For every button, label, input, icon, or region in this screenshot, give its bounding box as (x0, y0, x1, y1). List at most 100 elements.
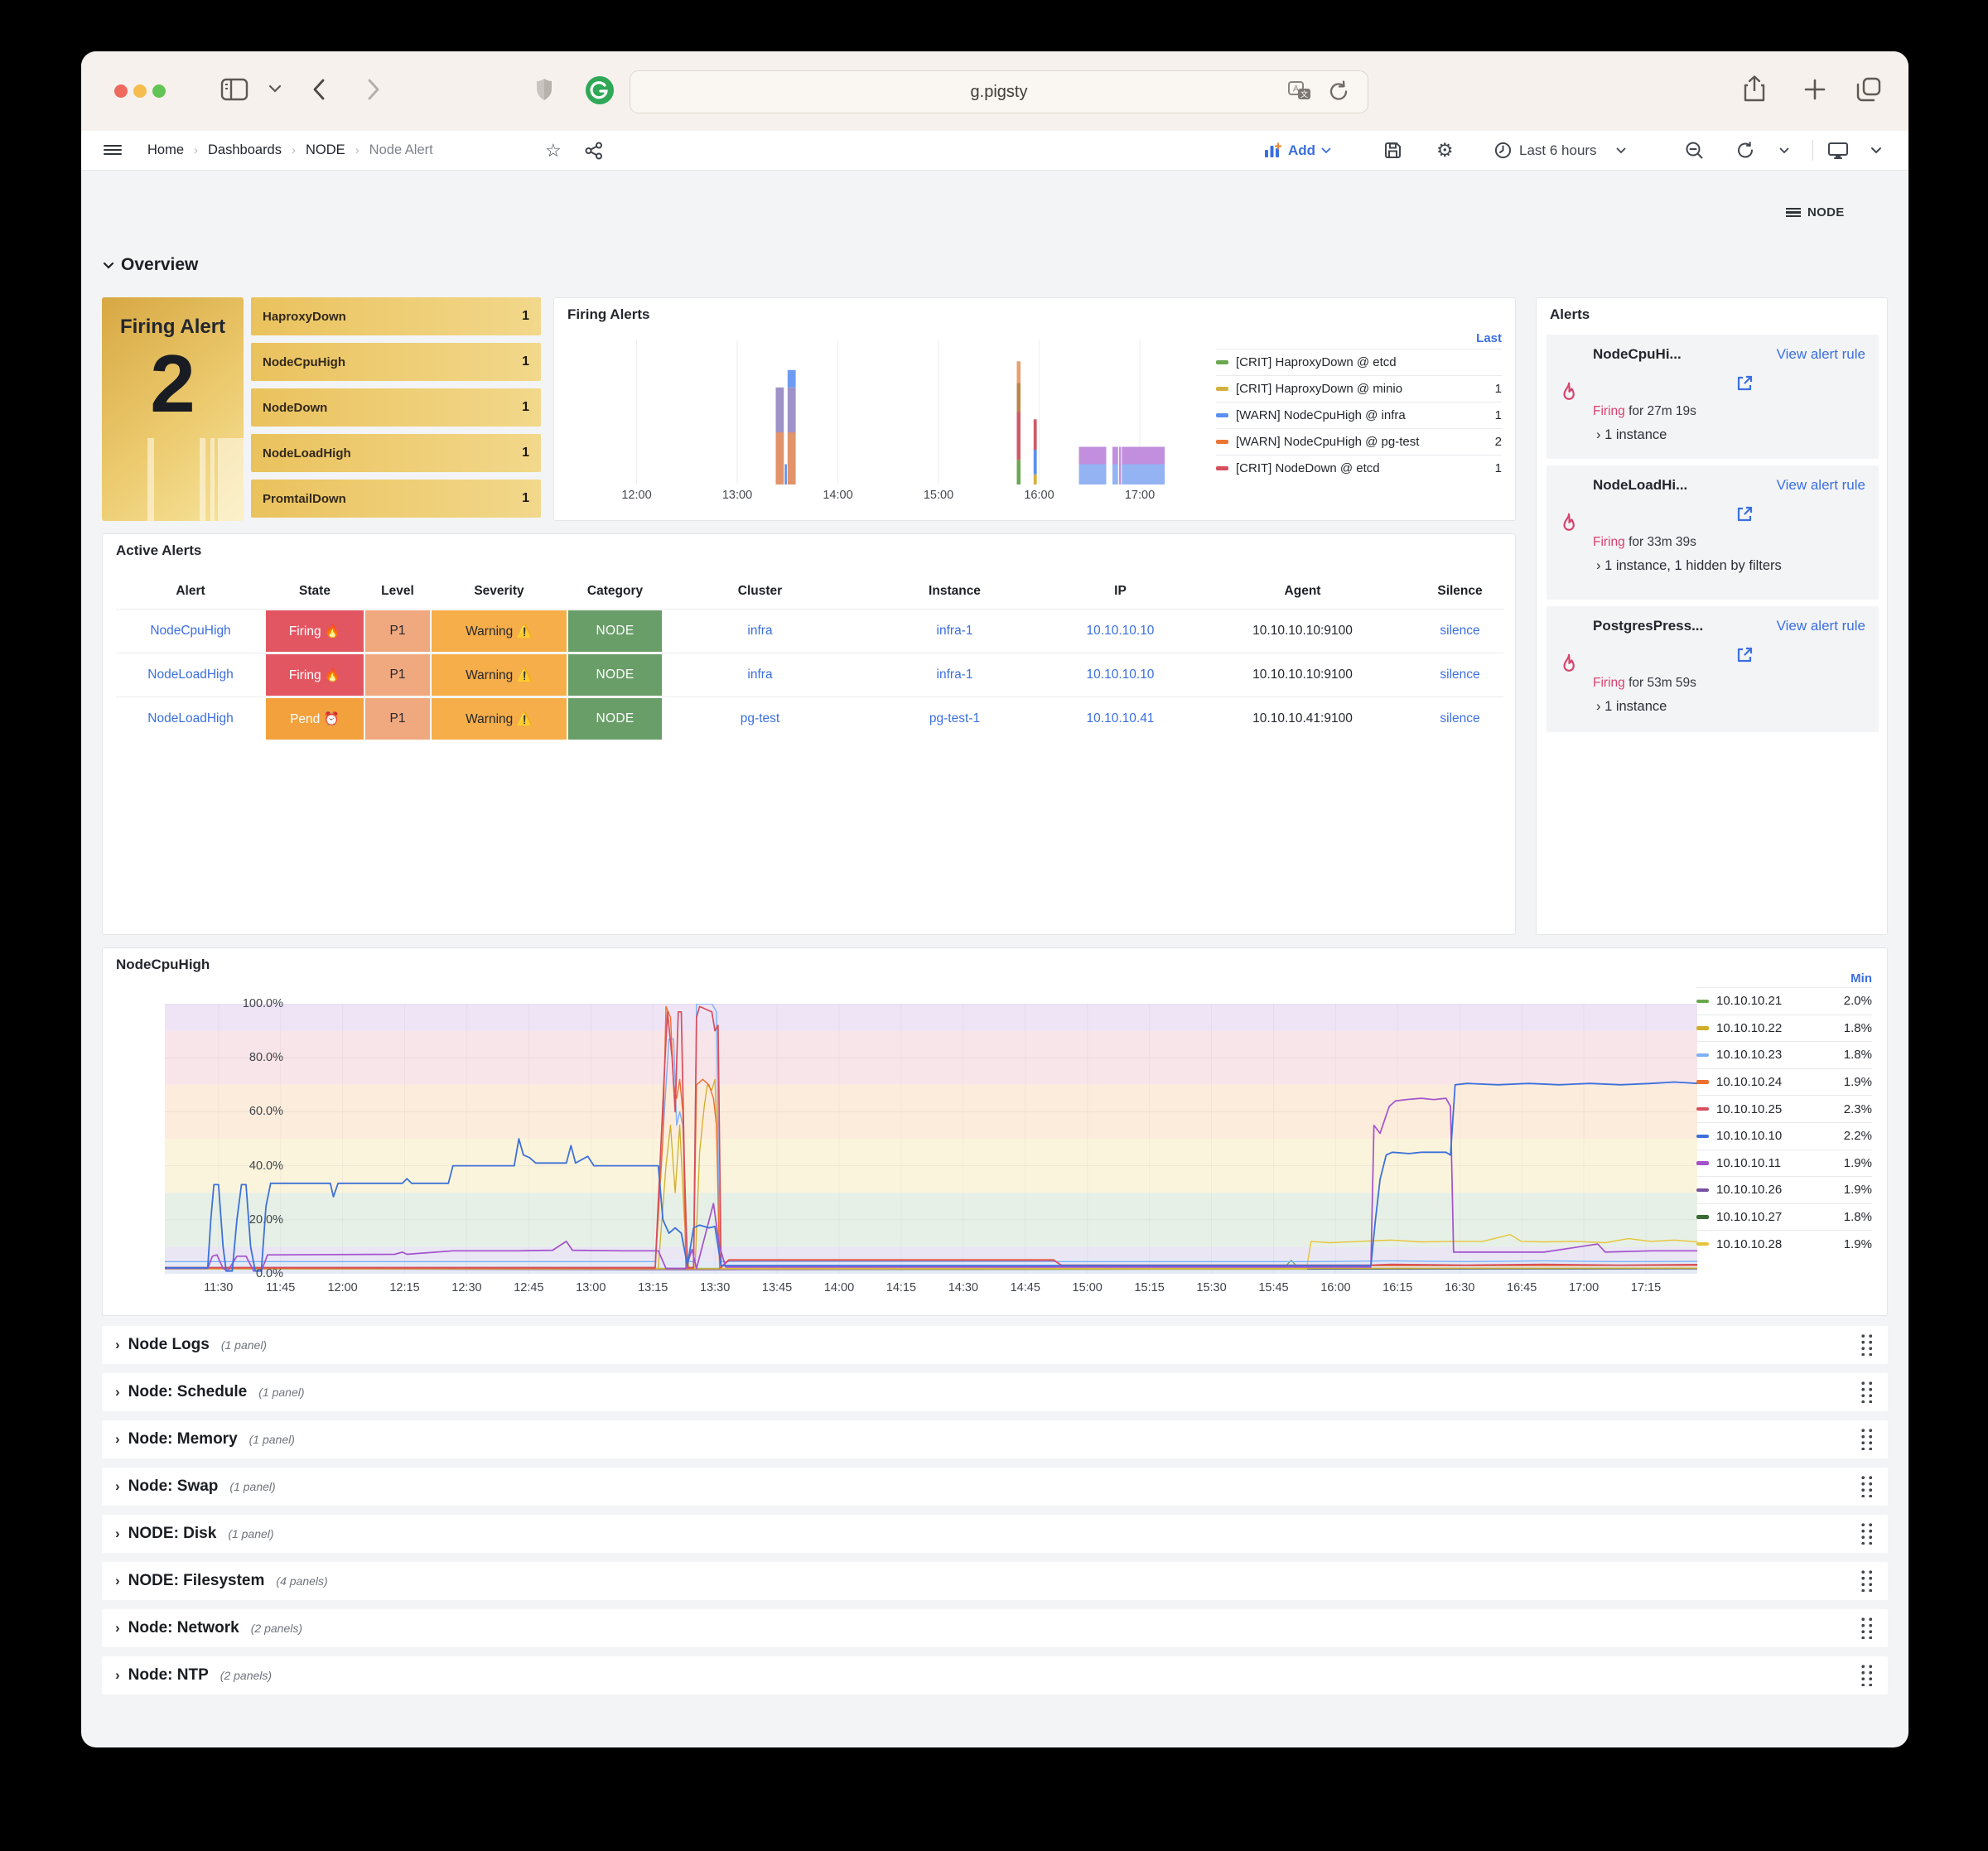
share-icon[interactable] (1743, 75, 1766, 103)
view-alert-rule-link[interactable]: View alert rule (1777, 477, 1865, 494)
instance-link[interactable]: infra-1 (937, 624, 973, 639)
legend-item[interactable]: [CRIT] NodeDown @ etcd 1 (1216, 455, 1502, 481)
mega-menu-icon[interactable] (104, 131, 122, 181)
privacy-shield-icon[interactable] (535, 77, 553, 102)
ip-link[interactable]: 10.10.10.10 (1087, 668, 1155, 682)
alert-count-bar[interactable]: NodeDown 1 (251, 388, 541, 427)
grammarly-icon[interactable] (585, 75, 615, 105)
external-link-icon[interactable] (1735, 646, 1754, 664)
instance-link[interactable]: infra-1 (937, 668, 973, 682)
nodecpu-chart[interactable] (165, 1004, 1697, 1274)
legend-item[interactable]: 10.10.10.24 1.9% (1696, 1068, 1872, 1096)
alert-count-bar[interactable]: NodeCpuHigh 1 (251, 343, 541, 381)
alert-count-bar[interactable]: HaproxyDown 1 (251, 297, 541, 335)
column-header-cluster[interactable]: Cluster (663, 576, 857, 609)
row-drag-handle-icon[interactable] (1861, 1617, 1875, 1639)
ip-link[interactable]: 10.10.10.10 (1087, 624, 1155, 639)
address-bar[interactable]: g.pigsty A文 (630, 70, 1368, 113)
silence-link[interactable]: silence (1440, 668, 1479, 682)
alert-instances[interactable]: › 1 instance (1596, 427, 1667, 443)
alert-link[interactable]: NodeCpuHigh (150, 624, 230, 639)
alert-rule-card[interactable]: PostgresPress... View alert rule Firing fo… (1546, 606, 1879, 732)
external-link-icon[interactable] (1735, 374, 1754, 393)
firing-alerts-chart[interactable] (571, 340, 1192, 484)
alert-instances[interactable]: › 1 instance, 1 hidden by filters (1596, 558, 1782, 574)
external-link-icon[interactable] (1735, 505, 1754, 523)
column-header-alert[interactable]: Alert (116, 576, 265, 609)
instance-link[interactable]: pg-test-1 (929, 711, 980, 726)
column-header-state[interactable]: State (265, 576, 364, 609)
column-header-category[interactable]: Category (567, 576, 663, 609)
firing-alerts-panel[interactable]: Firing Alerts 12:00 13:00 14:00 15:00 16:00 1… (553, 297, 1516, 521)
dashboard-row-node-schedule[interactable]: › Node: Schedule (1 panel) (102, 1373, 1888, 1411)
dashboard-row-node-memory[interactable]: › Node: Memory (1 panel) (102, 1420, 1888, 1458)
alert-link[interactable]: NodeLoadHigh (147, 668, 233, 682)
row-drag-handle-icon[interactable] (1861, 1429, 1875, 1450)
alert-count-bar[interactable]: PromtailDown 1 (251, 480, 541, 518)
silence-link[interactable]: silence (1440, 711, 1479, 726)
legend-sort-min[interactable]: Min (1696, 971, 1872, 986)
column-header-agent[interactable]: Agent (1189, 576, 1416, 609)
firing-alert-stat-panel[interactable]: Firing Alert 2 (102, 297, 244, 521)
legend-item[interactable]: 10.10.10.28 1.9% (1696, 1230, 1872, 1257)
column-header-ip[interactable]: IP (1052, 576, 1189, 609)
time-range-picker[interactable]: Last 6 hours (1494, 131, 1626, 170)
node-row-header[interactable]: NODE (1786, 205, 1845, 219)
legend-item[interactable]: [WARN] NodeCpuHigh @ infra 1 (1216, 402, 1502, 428)
legend-item[interactable]: 10.10.10.11 1.9% (1696, 1149, 1872, 1177)
tv-mode-icon[interactable] (1827, 131, 1849, 170)
legend-item[interactable]: 10.10.10.25 2.3% (1696, 1095, 1872, 1122)
legend-item[interactable]: 10.10.10.27 1.8% (1696, 1203, 1872, 1231)
new-tab-icon[interactable] (1804, 79, 1826, 100)
zoom-window-button[interactable] (152, 84, 166, 98)
dashboard-row-node-swap[interactable]: › Node: Swap (1 panel) (102, 1468, 1888, 1506)
row-drag-handle-icon[interactable] (1861, 1334, 1875, 1356)
alert-rule-card[interactable]: NodeLoadHi... View alert rule Firing for 3… (1546, 465, 1879, 600)
overview-section-header[interactable]: Overview (103, 255, 198, 275)
legend-item[interactable]: 10.10.10.23 1.8% (1696, 1041, 1872, 1068)
column-header-level[interactable]: Level (364, 576, 431, 609)
zoom-out-icon[interactable] (1685, 131, 1704, 170)
dashboard-row-node-disk[interactable]: › NODE: Disk (1 panel) (102, 1515, 1888, 1553)
legend-item[interactable]: [CRIT] HaproxyDown @ etcd (1216, 349, 1502, 375)
view-alert-rule-link[interactable]: View alert rule (1777, 618, 1865, 634)
save-dashboard-icon[interactable] (1383, 131, 1402, 170)
silence-link[interactable]: silence (1440, 624, 1479, 639)
legend-item[interactable]: [CRIT] HaproxyDown @ minio 1 (1216, 375, 1502, 402)
breadcrumb-home[interactable]: Home (147, 142, 184, 158)
column-header-silence[interactable]: Silence (1416, 576, 1503, 609)
back-button[interactable] (311, 78, 326, 101)
row-drag-handle-icon[interactable] (1861, 1381, 1875, 1403)
alert-link[interactable]: NodeLoadHigh (147, 711, 233, 726)
row-drag-handle-icon[interactable] (1861, 1665, 1875, 1686)
dashboard-row-node-filesystem[interactable]: › NODE: Filesystem (4 panels) (102, 1562, 1888, 1600)
dashboard-row-node-network[interactable]: › Node: Network (2 panels) (102, 1609, 1888, 1647)
refresh-icon[interactable] (1735, 131, 1755, 170)
column-header-severity[interactable]: Severity (431, 576, 567, 609)
reload-icon[interactable] (1328, 80, 1349, 103)
row-drag-handle-icon[interactable] (1861, 1476, 1875, 1497)
breadcrumb-dashboards[interactable]: Dashboards (208, 142, 282, 158)
forward-button[interactable] (366, 78, 381, 101)
tab-overview-icon[interactable] (1855, 76, 1882, 103)
legend-item[interactable]: 10.10.10.22 1.8% (1696, 1014, 1872, 1042)
ip-link[interactable]: 10.10.10.41 (1087, 711, 1155, 726)
legend-sort-last[interactable]: Last (1216, 331, 1502, 345)
refresh-interval-chevron-icon[interactable] (1779, 131, 1789, 170)
navbar-collapse-chevron-icon[interactable] (1870, 131, 1882, 170)
cluster-link[interactable]: infra (747, 624, 772, 639)
legend-item[interactable]: [WARN] NodeCpuHigh @ pg-test 2 (1216, 428, 1502, 455)
legend-item[interactable]: 10.10.10.26 1.9% (1696, 1176, 1872, 1203)
dashboard-row-node-ntp[interactable]: › Node: NTP (2 panels) (102, 1656, 1888, 1694)
alert-count-bar[interactable]: NodeLoadHigh 1 (251, 434, 541, 472)
row-drag-handle-icon[interactable] (1861, 1570, 1875, 1592)
dashboard-settings-icon[interactable]: ⚙ (1436, 131, 1454, 170)
sidebar-icon[interactable] (220, 76, 248, 101)
row-drag-handle-icon[interactable] (1861, 1523, 1875, 1545)
share-dashboard-icon[interactable] (585, 131, 603, 170)
add-panel-button[interactable]: Add (1264, 131, 1331, 170)
favorite-star-icon[interactable]: ☆ (545, 131, 562, 170)
legend-item[interactable]: 10.10.10.10 2.2% (1696, 1121, 1872, 1150)
cluster-link[interactable]: infra (747, 668, 772, 682)
close-window-button[interactable] (114, 84, 128, 98)
